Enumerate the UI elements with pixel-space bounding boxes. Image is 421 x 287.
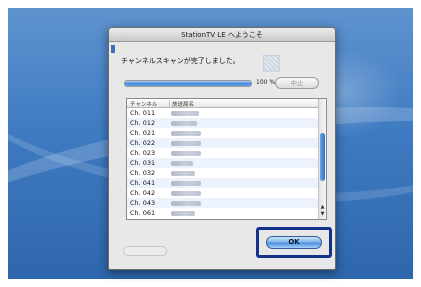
station-name-blurred [171, 201, 201, 206]
station-name-blurred [171, 191, 201, 196]
scan-complete-message: チャンネルスキャンが完了しました。 [121, 57, 240, 65]
station-name-blurred [171, 131, 201, 136]
channel-number: Ch. 011 [130, 109, 156, 117]
station-name-blurred [171, 111, 199, 116]
scan-progress-fill [125, 81, 251, 86]
channel-number: Ch. 023 [130, 149, 156, 157]
station-name-blurred [171, 181, 201, 186]
channel-number: Ch. 043 [130, 199, 156, 207]
channel-row[interactable]: Ch. 011 [127, 108, 319, 118]
scan-progress-label: 100 % [256, 79, 276, 86]
channel-number: Ch. 041 [130, 179, 156, 187]
faded-button [123, 246, 167, 256]
station-name-blurred [171, 121, 197, 126]
station-name-blurred [171, 171, 195, 176]
channel-row[interactable]: Ch. 021 [127, 128, 319, 138]
channel-list-header: チャンネル 放送局名 [127, 99, 326, 108]
stop-button[interactable]: 中止 [275, 77, 319, 89]
station-name-blurred [171, 141, 201, 146]
channel-row[interactable]: Ch. 023 [127, 148, 319, 158]
station-name-blurred [171, 151, 201, 156]
station-name-blurred [171, 211, 195, 216]
scrollbar-thumb[interactable] [320, 133, 325, 181]
scroll-up-arrow-icon[interactable]: ▲ [319, 204, 326, 211]
ok-button[interactable]: OK [266, 236, 322, 249]
channel-number: Ch. 012 [130, 119, 156, 127]
channel-number: Ch. 021 [130, 129, 156, 137]
window-edge-marker [111, 45, 115, 53]
channel-row[interactable]: Ch. 042 [127, 188, 319, 198]
channel-row[interactable]: Ch. 022 [127, 138, 319, 148]
channel-number: Ch. 061 [130, 209, 156, 217]
column-header-channel[interactable]: チャンネル [130, 100, 157, 108]
window-title: StationTV LE へようこそ [109, 28, 335, 42]
channel-number: Ch. 022 [130, 139, 156, 147]
channel-row[interactable]: Ch. 041 [127, 178, 319, 188]
channel-list[interactable]: チャンネル 放送局名 Ch. 011 Ch. 012 Ch. 021 Ch. 022 C… [126, 98, 327, 220]
channel-number: Ch. 032 [130, 169, 156, 177]
scroll-down-arrow-icon[interactable]: ▼ [319, 211, 326, 218]
column-header-station[interactable]: 放送局名 [169, 100, 194, 108]
channel-row[interactable]: Ch. 012 [127, 118, 319, 128]
station-name-blurred [171, 161, 193, 166]
scan-progress-bar [124, 80, 252, 87]
channel-row[interactable]: Ch. 032 [127, 168, 319, 178]
vertical-scrollbar[interactable]: ▲ ▼ [318, 99, 326, 219]
channel-row[interactable]: Ch. 061 [127, 208, 319, 218]
channel-number: Ch. 042 [130, 189, 156, 197]
channel-number: Ch. 031 [130, 159, 156, 167]
channel-row[interactable]: Ch. 031 [127, 158, 319, 168]
channel-row[interactable]: Ch. 043 [127, 198, 319, 208]
channel-rows: Ch. 011 Ch. 012 Ch. 021 Ch. 022 Ch. 023 Ch. 0… [127, 108, 319, 218]
